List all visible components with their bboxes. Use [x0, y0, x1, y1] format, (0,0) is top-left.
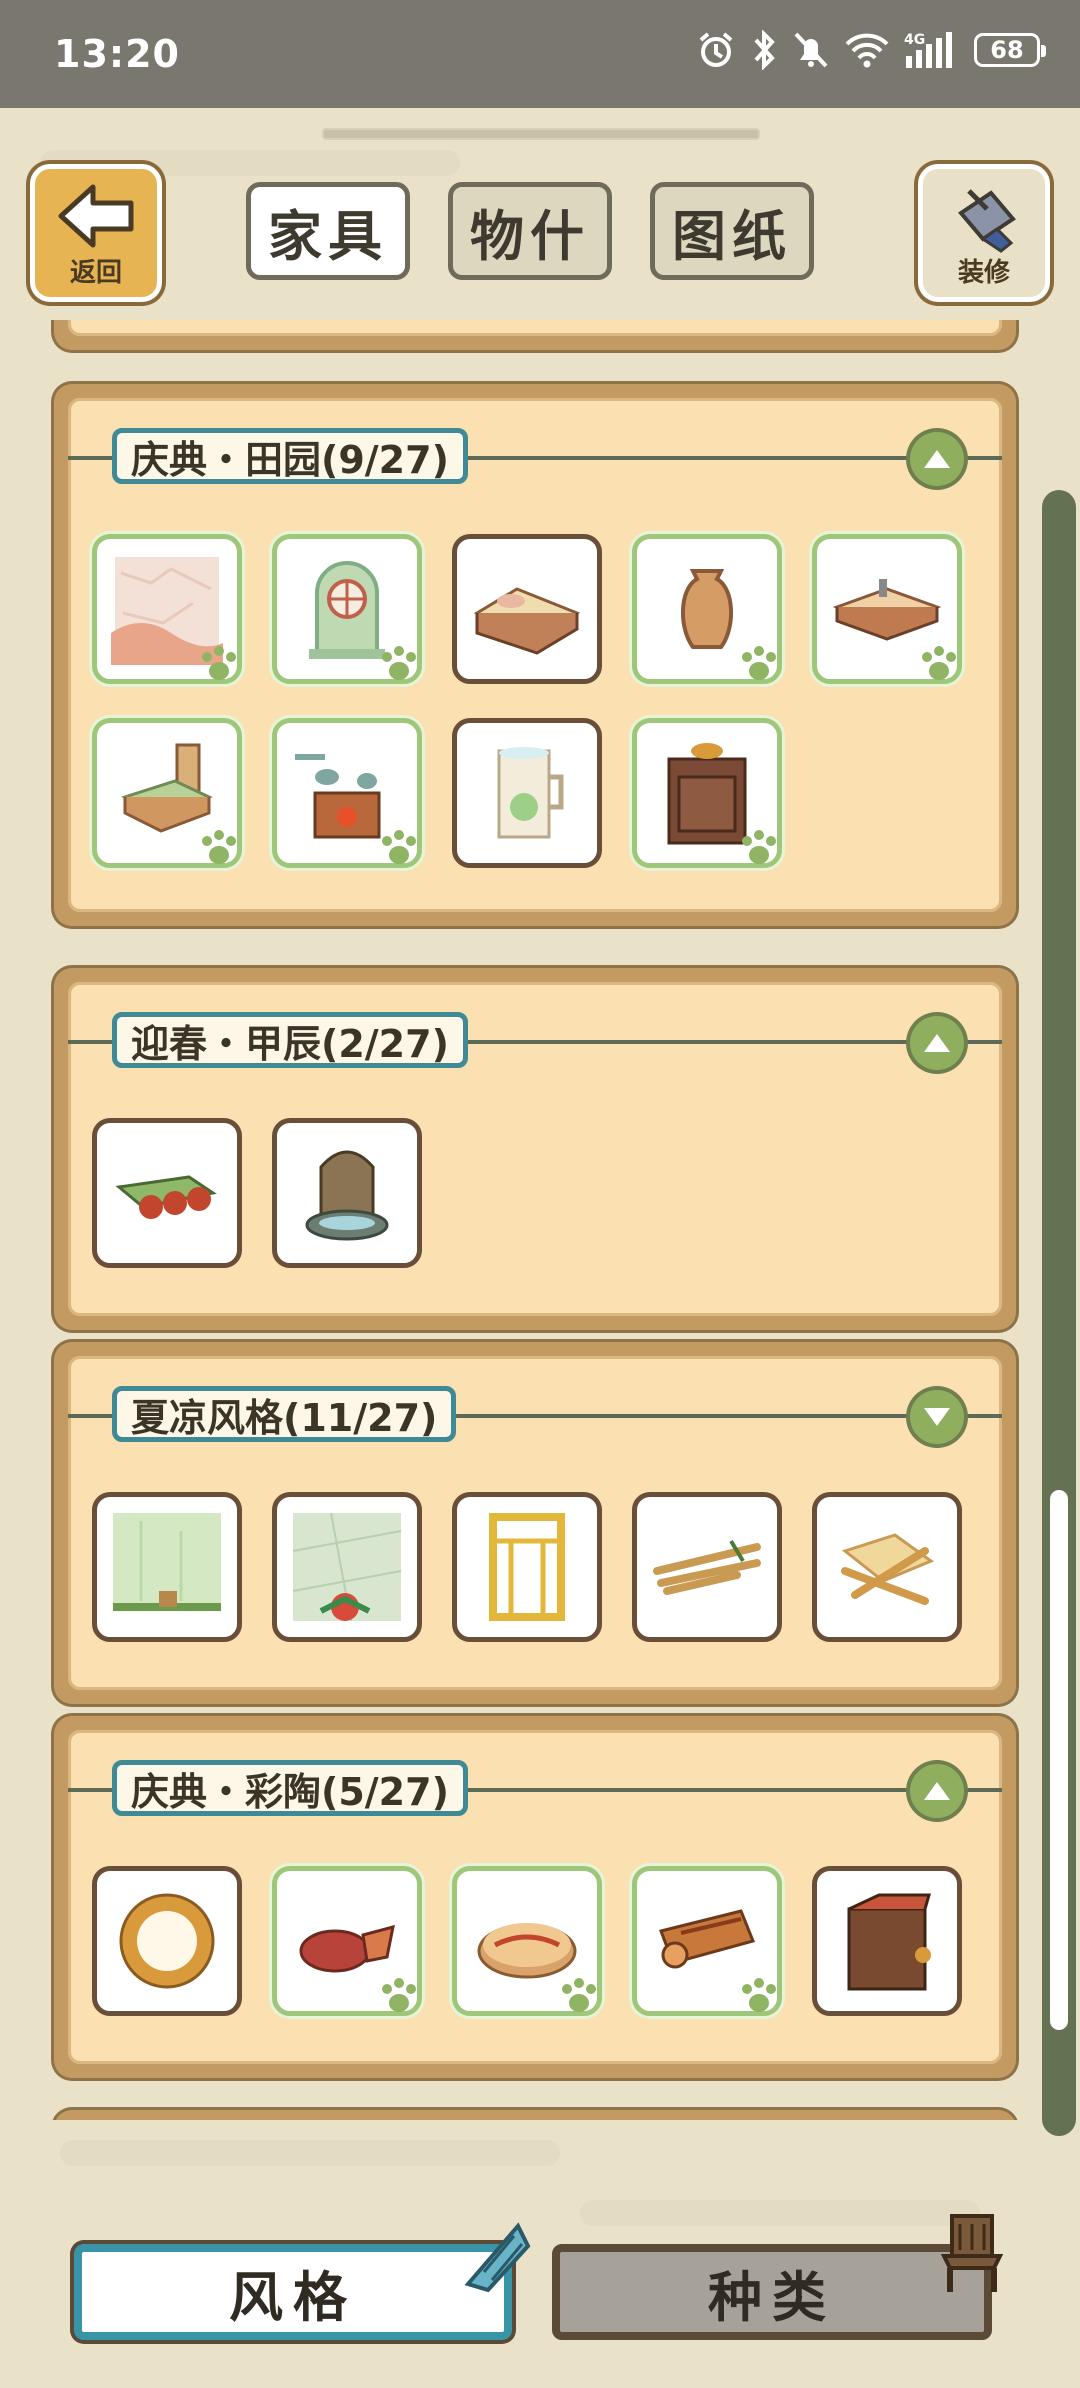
- paw-mark-icon: [922, 646, 956, 680]
- paw-mark-icon: [202, 646, 236, 680]
- section-title: 庆典・田园(9/27): [112, 428, 468, 484]
- svg-text:4G: 4G: [904, 32, 925, 48]
- item-chair[interactable]: [92, 718, 242, 868]
- tab-style[interactable]: 风格: [74, 2244, 512, 2340]
- item-bamboo-sticks[interactable]: [632, 1492, 782, 1642]
- bamboo-door-icon: [489, 1513, 565, 1621]
- section-title: 迎春・甲辰(2/27): [112, 1012, 468, 1068]
- tab-furniture[interactable]: 家具: [246, 182, 410, 280]
- shell-icon: [464, 2222, 531, 2293]
- paw-mark-icon: [742, 830, 776, 864]
- status-bar: 13:20 4G 68: [0, 0, 1080, 108]
- item-arched-window[interactable]: [272, 534, 422, 684]
- alarm-icon: [699, 32, 733, 67]
- item-rolled-rug[interactable]: [632, 1866, 782, 2016]
- pottery-cabinet-icon: [847, 1893, 931, 1991]
- flower-ring-icon: [119, 1893, 215, 1989]
- stone-fountain-icon: [305, 1150, 389, 1241]
- back-button[interactable]: 返回: [30, 164, 162, 302]
- collapse-toggle[interactable]: [910, 432, 964, 486]
- back-arrow-icon: [58, 184, 134, 248]
- tab-items[interactable]: 物什: [448, 182, 612, 280]
- mug-icon: [497, 747, 564, 839]
- chevron-down-icon: [924, 1408, 950, 1426]
- 4g-signal-icon: 4G: [904, 32, 952, 68]
- item-flower-ring[interactable]: [92, 1866, 242, 2016]
- item-bamboo-door[interactable]: [452, 1492, 602, 1642]
- item-bamboo-wall[interactable]: [92, 1492, 242, 1642]
- item-stone-fountain[interactable]: [272, 1118, 422, 1268]
- back-label: 返回: [69, 258, 122, 288]
- section-card: 迎春・甲辰(2/27): [54, 968, 1016, 1330]
- section-card-partial: [54, 2110, 1016, 2120]
- tile-floor-icon: [292, 1512, 402, 1622]
- item-round-rug[interactable]: [452, 1866, 602, 2016]
- paper-texture: [580, 2200, 980, 2226]
- collapse-toggle[interactable]: [910, 1764, 964, 1818]
- item-bamboo-stool[interactable]: [812, 1492, 962, 1642]
- paper-texture: [60, 2140, 560, 2166]
- item-low-table[interactable]: [812, 534, 962, 684]
- scrollbar-thumb[interactable]: [1050, 1490, 1068, 2030]
- bed-icon: [473, 587, 581, 655]
- item-vase[interactable]: [632, 534, 782, 684]
- item-bed[interactable]: [452, 534, 602, 684]
- scroll-rug-icon: [115, 1175, 217, 1219]
- paw-mark-icon: [382, 1978, 416, 2012]
- item-pottery-cabinet[interactable]: [812, 1866, 962, 2016]
- bamboo-sticks-icon: [653, 1539, 761, 1595]
- sheet-handle[interactable]: [322, 128, 760, 140]
- expand-toggle[interactable]: [910, 1390, 964, 1444]
- section-card: 夏凉风格(11/27): [54, 1342, 1016, 1704]
- tab-blueprints[interactable]: 图纸: [650, 182, 814, 280]
- wifi-icon: [845, 33, 889, 68]
- section-card: 庆典・彩陶(5/27): [54, 1716, 1016, 2078]
- paw-mark-icon: [742, 646, 776, 680]
- chevron-up-icon: [924, 1034, 950, 1052]
- item-scroll-rug[interactable]: [92, 1118, 242, 1268]
- item-wallpaper[interactable]: [92, 534, 242, 684]
- status-icons: 4G 68: [696, 30, 1046, 70]
- scrollbar[interactable]: [1042, 490, 1076, 2136]
- section-title: 夏凉风格(11/27): [112, 1386, 457, 1442]
- mute-icon: [794, 32, 828, 68]
- tab-category[interactable]: 种类: [552, 2244, 992, 2340]
- paint-bucket-icon: [958, 189, 1016, 253]
- section-card: 庆典・田园(9/27): [54, 384, 1016, 926]
- battery-indicator: 68: [974, 33, 1046, 67]
- chair-icon: [940, 2214, 1004, 2292]
- decorate-label: 装修: [957, 258, 1010, 288]
- item-tea-stove[interactable]: [272, 718, 422, 868]
- status-time: 13:20: [54, 32, 180, 76]
- decorate-button[interactable]: 装修: [918, 164, 1050, 302]
- section-title: 庆典・彩陶(5/27): [112, 1760, 468, 1816]
- item-tile-floor[interactable]: [272, 1492, 422, 1642]
- paw-mark-icon: [382, 646, 416, 680]
- item-cloth-bundle[interactable]: [272, 1866, 422, 2016]
- chevron-up-icon: [924, 1782, 950, 1800]
- section-card-partial: [54, 320, 1016, 350]
- paw-mark-icon: [202, 830, 236, 864]
- chevron-up-icon: [924, 450, 950, 468]
- collapse-toggle[interactable]: [910, 1016, 964, 1070]
- bamboo-wall-icon: [113, 1513, 221, 1611]
- item-mug[interactable]: [452, 718, 602, 868]
- paw-mark-icon: [382, 830, 416, 864]
- paw-mark-icon: [742, 1978, 776, 2012]
- paw-mark-icon: [562, 1978, 596, 2012]
- bamboo-stool-icon: [841, 1533, 935, 1605]
- style-list[interactable]: 庆典・田园(9/27) 迎春・甲辰(2/27) 夏凉风格(11/27) 庆典・彩…: [50, 320, 1020, 2120]
- item-cabinet[interactable]: [632, 718, 782, 868]
- bluetooth-icon: [754, 30, 775, 70]
